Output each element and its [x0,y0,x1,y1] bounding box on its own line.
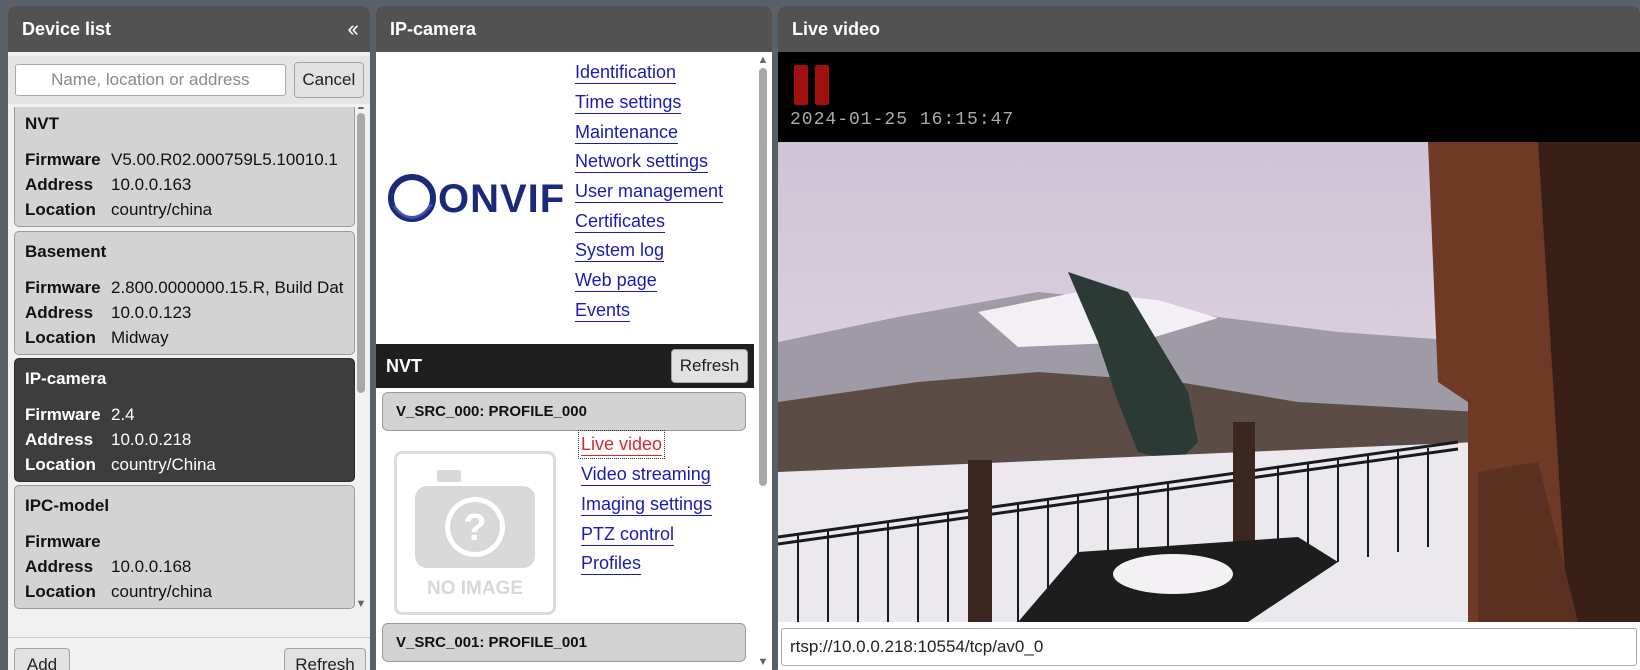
link-web-page[interactable]: Web page [575,269,657,292]
device-name: NVT [25,114,59,133]
link-network-settings[interactable]: Network settings [575,150,709,173]
address-value: 10.0.0.168 [111,557,192,576]
device-list-footer: Add Refresh [8,637,370,670]
link-system-log[interactable]: System log [575,239,665,262]
firmware-value: 2.800.0000000.15.R, Build Date [111,278,344,297]
link-profiles[interactable]: Profiles [581,552,642,575]
link-ptz-control[interactable]: PTZ control [581,523,675,546]
location-label: Location [25,455,96,474]
no-image-placeholder: ? NO IMAGE [394,451,556,615]
scrollbar-thumb[interactable] [357,113,365,393]
camera-panel-scrollbar[interactable]: ▲ ▼ [754,52,772,670]
svg-text:?: ? [463,507,486,549]
onvif-logo-icon: ONVIF [388,174,563,222]
refresh-devices-button[interactable]: Refresh [284,648,366,670]
link-live-video[interactable]: Live video [577,430,666,459]
location-label: Location [25,200,96,219]
video-player[interactable]: 2024-01-25 16:15:47 [778,52,1640,622]
cancel-button[interactable]: Cancel [293,62,364,98]
device-card-ipc-model[interactable]: IPC-model Firmware Address 10.0.0.168 Loc… [14,485,355,609]
scroll-down-arrow-icon[interactable]: ▼ [756,656,770,668]
stream-url-input[interactable] [781,628,1637,666]
link-time-settings[interactable]: Time settings [575,91,682,114]
address-value: 10.0.0.123 [111,303,192,322]
no-image-label: NO IMAGE [427,578,523,599]
profile-header-1[interactable]: V_SRC_001: PROFILE_001 [382,623,746,662]
device-name: Basement [25,242,107,261]
device-card-nvt[interactable]: NVT Firmware V5.00.R02.000759L5.10010.1 A… [14,107,355,227]
video-timestamp: 2024-01-25 16:15:47 [790,110,1015,130]
firmware-value: 2.4 [111,405,135,424]
firmware-label: Firmware [25,405,101,424]
address-label: Address [25,303,94,322]
device-search-input[interactable] [15,64,286,96]
camera-panel: IP-camera ONVIF Identification Time sett… [376,6,772,670]
firmware-label: Firmware [25,532,101,551]
device-list-scrollbar[interactable]: ▲ ▼ [354,107,368,611]
location-value: country/china [111,200,213,219]
pause-icon[interactable] [793,64,831,106]
camera-header: IP-camera [376,6,772,52]
onvif-logo-text: ONVIF [438,177,563,221]
location-value: country/china [111,582,213,601]
address-label: Address [25,557,94,576]
video-frame [778,142,1640,622]
live-video-header: Live video [778,6,1640,52]
camera-title: IP-camera [390,18,477,39]
live-video-panel: Live video 2024-01-25 16:15:47 rtsp://10… [778,6,1640,670]
location-value: Midway [111,328,169,347]
device-list: NVT Firmware V5.00.R02.000759L5.10010.1 A… [8,107,370,637]
address-label: Address [25,175,94,194]
device-list-header: Device list ‹‹ [8,6,370,52]
nvt-refresh-button[interactable]: Refresh [671,349,748,383]
link-identification[interactable]: Identification [575,61,677,84]
location-label: Location [25,328,96,347]
nvt-title: NVT [386,355,422,376]
location-value: country/China [111,455,216,474]
link-certificates[interactable]: Certificates [575,210,666,233]
address-value: 10.0.0.163 [111,175,192,194]
scrollbar-thumb[interactable] [759,68,767,486]
firmware-label: Firmware [25,278,101,297]
address-label: Address [25,430,94,449]
firmware-label: Firmware [25,150,101,169]
profile-header-0[interactable]: V_SRC_000: PROFILE_000 [382,392,746,431]
address-value: 10.0.0.218 [111,430,192,449]
device-list-panel: Device list ‹‹ Cancel NVT Firmware V5.00.… [8,6,370,670]
device-card-basement[interactable]: Basement Firmware 2.800.0000000.15.R, Bui… [14,231,355,355]
device-name: IP-camera [25,369,107,388]
link-maintenance[interactable]: Maintenance [575,121,679,144]
device-card-ip-camera[interactable]: IP-camera Firmware 2.4 Address 10.0.0.218 … [14,358,355,482]
onvif-section: ONVIF Identification Time settings Maint… [376,52,754,344]
nvt-bar: NVT Refresh [376,344,754,388]
live-video-title: Live video [792,18,881,39]
double-chevron-left-icon[interactable]: ‹‹ [347,16,359,42]
link-imaging-settings[interactable]: Imaging settings [581,493,713,516]
device-list-title: Device list [22,18,112,39]
no-image-camera-icon: ? NO IMAGE [415,470,535,599]
add-device-button[interactable]: Add [14,648,70,670]
link-events[interactable]: Events [575,299,631,322]
link-user-management[interactable]: User management [575,180,724,203]
link-video-streaming[interactable]: Video streaming [581,463,711,486]
device-name: IPC-model [25,496,110,515]
scroll-down-arrow-icon[interactable]: ▼ [354,597,368,611]
firmware-value: V5.00.R02.000759L5.10010.1 [111,150,338,169]
scroll-up-arrow-icon[interactable]: ▲ [756,54,770,66]
search-row: Cancel [8,56,370,104]
location-label: Location [25,582,96,601]
